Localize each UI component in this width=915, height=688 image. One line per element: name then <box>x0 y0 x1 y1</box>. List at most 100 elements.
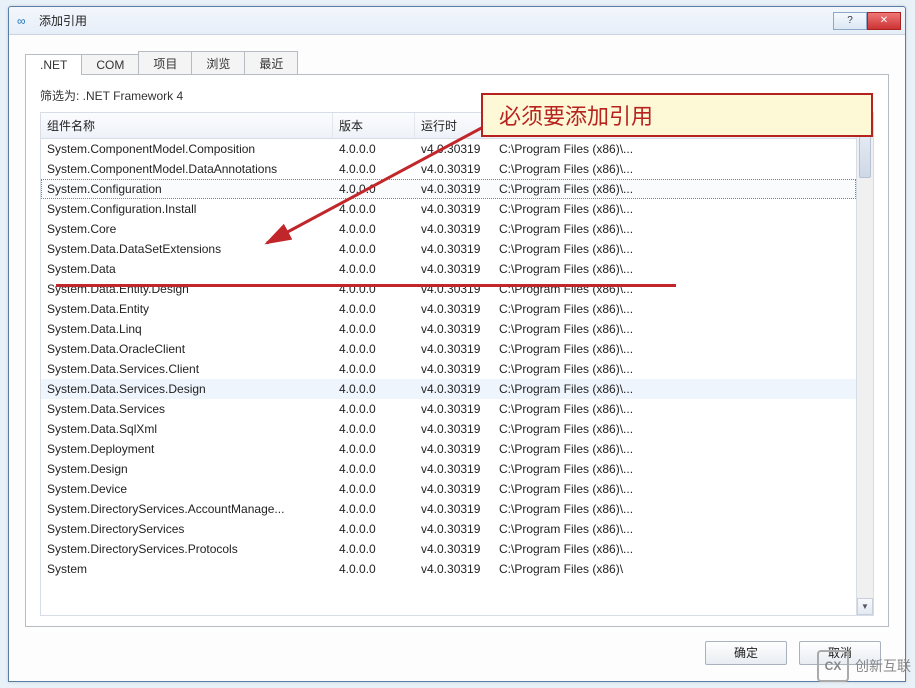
table-row[interactable]: System4.0.0.0v4.0.30319C:\Program Files … <box>41 559 856 579</box>
cell-path: C:\Program Files (x86)\... <box>493 339 856 359</box>
cell-path: C:\Program Files (x86)\... <box>493 439 856 459</box>
tab-最近[interactable]: 最近 <box>244 51 298 75</box>
table-row[interactable]: System.Data.OracleClient4.0.0.0v4.0.3031… <box>41 339 856 359</box>
cell-version: 4.0.0.0 <box>333 419 415 439</box>
cell-name: System.Deployment <box>41 439 333 459</box>
cell-path: C:\Program Files (x86)\... <box>493 319 856 339</box>
cell-path: C:\Program Files (x86)\ <box>493 559 856 579</box>
cell-name: System.Data.OracleClient <box>41 339 333 359</box>
cell-path: C:\Program Files (x86)\... <box>493 419 856 439</box>
col-version[interactable]: 版本 <box>333 113 415 138</box>
table-row[interactable]: System.ComponentModel.DataAnnotations4.0… <box>41 159 856 179</box>
cell-runtime: v4.0.30319 <box>415 259 493 279</box>
cell-version: 4.0.0.0 <box>333 159 415 179</box>
cell-name: System.Data.Services.Design <box>41 379 333 399</box>
cell-path: C:\Program Files (x86)\... <box>493 379 856 399</box>
vertical-scrollbar[interactable]: ▲ ▼ <box>856 113 873 615</box>
cell-version: 4.0.0.0 <box>333 239 415 259</box>
cell-name: System.Data.Entity.Design <box>41 279 333 299</box>
ok-button[interactable]: 确定 <box>705 641 787 665</box>
assembly-grid[interactable]: 组件名称 版本 运行时 路径 System.ComponentModel.Com… <box>41 113 856 615</box>
cell-name: System.Design <box>41 459 333 479</box>
watermark-text: 创新互联 <box>855 656 911 676</box>
cell-name: System.DirectoryServices <box>41 519 333 539</box>
cell-runtime: v4.0.30319 <box>415 219 493 239</box>
watermark: CX 创新互联 <box>817 650 911 682</box>
cell-version: 4.0.0.0 <box>333 439 415 459</box>
help-button[interactable]: ? <box>833 12 867 30</box>
table-row[interactable]: System.Data.Entity.Design4.0.0.0v4.0.303… <box>41 279 856 299</box>
tab-项目[interactable]: 项目 <box>138 51 192 75</box>
window-title: 添加引用 <box>39 12 833 29</box>
cell-name: System.Data.DataSetExtensions <box>41 239 333 259</box>
cell-runtime: v4.0.30319 <box>415 399 493 419</box>
table-row[interactable]: System.Core4.0.0.0v4.0.30319C:\Program F… <box>41 219 856 239</box>
table-row[interactable]: System.DirectoryServices.Protocols4.0.0.… <box>41 539 856 559</box>
table-row[interactable]: System.DirectoryServices4.0.0.0v4.0.3031… <box>41 519 856 539</box>
cell-version: 4.0.0.0 <box>333 339 415 359</box>
cell-name: System.DirectoryServices.AccountManage..… <box>41 499 333 519</box>
scroll-thumb[interactable] <box>859 130 871 178</box>
tab-panel: 筛选为: .NET Framework 4 组件名称 版本 运行时 路径 Sys… <box>25 74 889 627</box>
cell-runtime: v4.0.30319 <box>415 539 493 559</box>
cell-name: System.DirectoryServices.Protocols <box>41 539 333 559</box>
cell-version: 4.0.0.0 <box>333 519 415 539</box>
cell-path: C:\Program Files (x86)\... <box>493 519 856 539</box>
tab-浏览[interactable]: 浏览 <box>191 51 245 75</box>
table-row[interactable]: System.Configuration.Install4.0.0.0v4.0.… <box>41 199 856 219</box>
cell-name: System.Data.Entity <box>41 299 333 319</box>
table-row[interactable]: System.Device4.0.0.0v4.0.30319C:\Program… <box>41 479 856 499</box>
cell-path: C:\Program Files (x86)\... <box>493 539 856 559</box>
cell-path: C:\Program Files (x86)\... <box>493 279 856 299</box>
table-row[interactable]: System.DirectoryServices.AccountManage..… <box>41 499 856 519</box>
table-row[interactable]: System.Data.SqlXml4.0.0.0v4.0.30319C:\Pr… <box>41 419 856 439</box>
cell-runtime: v4.0.30319 <box>415 239 493 259</box>
watermark-logo: CX <box>817 650 849 682</box>
cell-name: System.Data.Linq <box>41 319 333 339</box>
cell-path: C:\Program Files (x86)\... <box>493 239 856 259</box>
cell-version: 4.0.0.0 <box>333 459 415 479</box>
table-row[interactable]: System.Data.Services.Client4.0.0.0v4.0.3… <box>41 359 856 379</box>
table-row[interactable]: System.Data.Linq4.0.0.0v4.0.30319C:\Prog… <box>41 319 856 339</box>
table-row[interactable]: System.Data.Services4.0.0.0v4.0.30319C:\… <box>41 399 856 419</box>
annotation-text: 必须要添加引用 <box>499 99 653 131</box>
cell-version: 4.0.0.0 <box>333 479 415 499</box>
cell-path: C:\Program Files (x86)\... <box>493 259 856 279</box>
cell-path: C:\Program Files (x86)\... <box>493 459 856 479</box>
cell-runtime: v4.0.30319 <box>415 159 493 179</box>
tab-net[interactable]: .NET <box>25 54 82 75</box>
cell-version: 4.0.0.0 <box>333 499 415 519</box>
cell-name: System.ComponentModel.DataAnnotations <box>41 159 333 179</box>
col-name[interactable]: 组件名称 <box>41 113 333 138</box>
cell-path: C:\Program Files (x86)\... <box>493 399 856 419</box>
cell-runtime: v4.0.30319 <box>415 139 493 159</box>
grid-wrap: 组件名称 版本 运行时 路径 System.ComponentModel.Com… <box>40 112 874 616</box>
cell-version: 4.0.0.0 <box>333 259 415 279</box>
table-row[interactable]: System.Design4.0.0.0v4.0.30319C:\Program… <box>41 459 856 479</box>
table-row[interactable]: System.Deployment4.0.0.0v4.0.30319C:\Pro… <box>41 439 856 459</box>
titlebar[interactable]: ∞ 添加引用 ? ✕ <box>9 7 905 35</box>
table-row[interactable]: System.Data4.0.0.0v4.0.30319C:\Program F… <box>41 259 856 279</box>
annotation-underline <box>56 284 676 287</box>
cell-path: C:\Program Files (x86)\... <box>493 479 856 499</box>
table-row[interactable]: System.ComponentModel.Composition4.0.0.0… <box>41 139 856 159</box>
cell-version: 4.0.0.0 <box>333 539 415 559</box>
cell-runtime: v4.0.30319 <box>415 499 493 519</box>
cell-version: 4.0.0.0 <box>333 359 415 379</box>
table-row[interactable]: System.Configuration4.0.0.0v4.0.30319C:\… <box>41 179 856 199</box>
tab-com[interactable]: COM <box>81 54 139 75</box>
cell-version: 4.0.0.0 <box>333 319 415 339</box>
cell-path: C:\Program Files (x86)\... <box>493 499 856 519</box>
cell-name: System.Configuration <box>41 179 333 199</box>
table-row[interactable]: System.Data.Services.Design4.0.0.0v4.0.3… <box>41 379 856 399</box>
table-row[interactable]: System.Data.Entity4.0.0.0v4.0.30319C:\Pr… <box>41 299 856 319</box>
cell-name: System.Configuration.Install <box>41 199 333 219</box>
table-row[interactable]: System.Data.DataSetExtensions4.0.0.0v4.0… <box>41 239 856 259</box>
cell-runtime: v4.0.30319 <box>415 439 493 459</box>
cell-name: System.ComponentModel.Composition <box>41 139 333 159</box>
scroll-down-button[interactable]: ▼ <box>857 598 873 615</box>
dialog-buttons: 确定 取消 <box>25 627 889 671</box>
close-button[interactable]: ✕ <box>867 12 901 30</box>
dialog-window: ∞ 添加引用 ? ✕ .NETCOM项目浏览最近 筛选为: .NET Frame… <box>8 6 906 682</box>
cell-runtime: v4.0.30319 <box>415 559 493 579</box>
